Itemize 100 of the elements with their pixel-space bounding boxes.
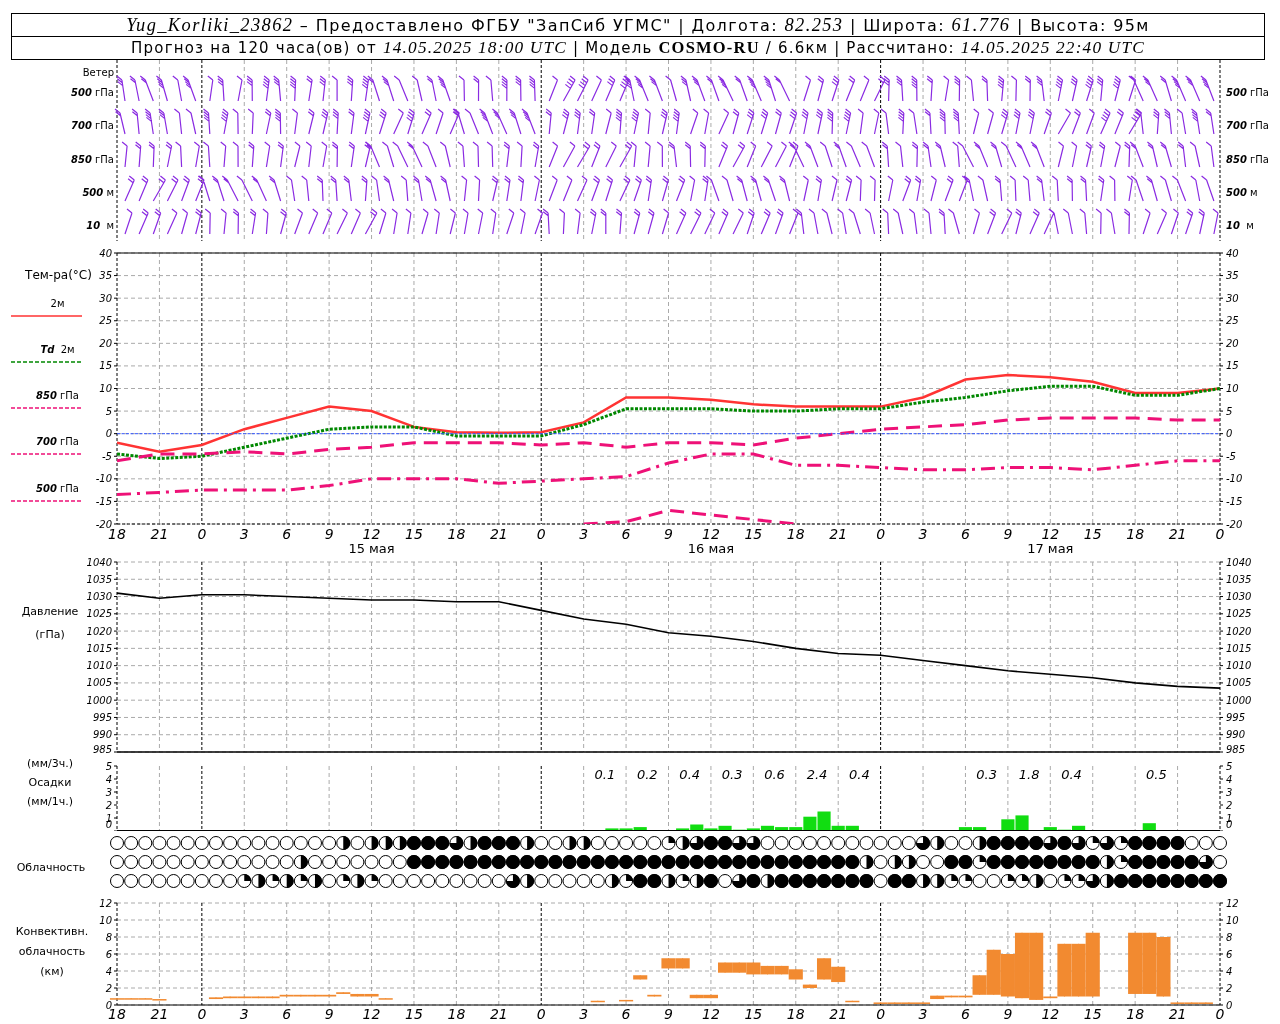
precipitation-total: 1.8 xyxy=(1018,767,1040,782)
axis-tick-label: 1040 xyxy=(86,556,112,568)
axis-tick-label: 3 xyxy=(1226,786,1233,798)
axis-tick-label: 5 xyxy=(105,760,112,772)
axis-tick-label: 1040 xyxy=(1226,556,1252,568)
axis-tick-label: 3 xyxy=(579,1006,589,1022)
axis-tick-label: 6 xyxy=(282,1006,292,1022)
axis-tick-label: 1020 xyxy=(86,625,112,637)
axis-tick-label: 2 xyxy=(1226,799,1233,811)
axis-tick-label: 30 xyxy=(99,292,112,304)
axis-tick-label: 985 xyxy=(1226,744,1246,755)
axis-tick-label: 21 xyxy=(150,526,169,542)
axis-tick-label: 4 xyxy=(1226,965,1233,977)
axis-tick-label: 35 xyxy=(1226,270,1239,282)
axis-tick-label: 3 xyxy=(918,1006,928,1022)
day-label: 17 мая xyxy=(1027,541,1074,556)
axis-tick-label: 20 xyxy=(99,337,112,349)
axis-tick-label: 1035 xyxy=(1226,573,1252,585)
axis-tick-label: 4 xyxy=(105,773,112,785)
wind-level-label: 700 гПа xyxy=(71,120,114,132)
axis-tick-label: 40 xyxy=(99,247,112,259)
wind-level-label: 500 м xyxy=(1226,186,1258,198)
axis-tick-label: 12 xyxy=(702,1006,720,1022)
legend-label: Td 2м xyxy=(40,344,75,355)
axis-tick-label: 6 xyxy=(1226,948,1233,960)
axis-tick-label: 0 xyxy=(876,1006,886,1022)
axis-tick-label: 3 xyxy=(239,526,249,542)
axis-tick-label: 9 xyxy=(324,1006,334,1022)
axis-tick-label: 990 xyxy=(1226,729,1246,741)
axis-tick-label: 985 xyxy=(92,744,112,755)
axis-tick-label: 0 xyxy=(1215,1006,1225,1022)
axis-tick-label: 0 xyxy=(876,526,886,542)
axis-tick-label: 4 xyxy=(105,965,112,977)
precipitation-total: 0.1 xyxy=(594,767,616,782)
axis-tick-label: 6 xyxy=(961,526,970,542)
axis-tick-label: 15 xyxy=(744,526,763,542)
axis-tick-label: 25 xyxy=(99,315,112,327)
axis-tick-label: 3 xyxy=(579,526,589,542)
axis-tick-label: 1005 xyxy=(86,677,112,689)
axis-tick-label: 0 xyxy=(1215,526,1225,542)
wind-level-label: Ветер xyxy=(82,67,114,78)
axis-tick-label: 5 xyxy=(1226,760,1233,772)
axis-tick-label: -5 xyxy=(1226,450,1236,462)
wind-level-label: 500 гПа xyxy=(1226,87,1269,98)
precipitation-total: 0.5 xyxy=(1146,767,1167,782)
axis-tick-label: 9 xyxy=(1003,1006,1013,1022)
axis-tick-label: 15 xyxy=(1083,1006,1102,1022)
legend-label: 500 гПа xyxy=(36,483,79,494)
axis-tick-label: 20 xyxy=(1226,337,1239,349)
axis-tick-label: 6 xyxy=(621,526,631,542)
axis-tick-label: 6 xyxy=(961,1006,970,1022)
axis-tick-label: 4 xyxy=(1226,773,1233,785)
axis-tick-label: 15 xyxy=(99,360,112,372)
axis-tick-label: 3 xyxy=(105,786,112,798)
axis-tick-label: 18 xyxy=(786,1006,805,1022)
legend-label: 700 гПа xyxy=(36,436,79,447)
axis-tick-label: -15 xyxy=(1226,495,1243,507)
axis-tick-label: 990 xyxy=(92,729,112,741)
axis-tick-label: 1030 xyxy=(1226,591,1252,603)
axis-tick-label: 12 xyxy=(99,897,112,909)
axis-tick-label: 1005 xyxy=(1226,677,1252,689)
wind-level-label: 10 м xyxy=(86,220,114,232)
axis-tick-label: 18 xyxy=(1126,1006,1145,1022)
axis-tick-label: 12 xyxy=(702,526,720,542)
axis-tick-label: 8 xyxy=(1226,931,1233,943)
axis-tick-label: 3 xyxy=(918,526,928,542)
axis-tick-label: 0 xyxy=(1226,999,1233,1011)
axis-tick-label: -20 xyxy=(1226,518,1243,530)
axis-tick-label: 9 xyxy=(324,526,334,542)
axis-tick-label: 40 xyxy=(1226,247,1239,259)
axis-tick-label: -10 xyxy=(1226,473,1243,485)
axis-tick-label: 1000 xyxy=(86,694,112,706)
precipitation-total: 0.2 xyxy=(636,767,658,782)
axis-tick-label: 15 xyxy=(405,1006,423,1022)
axis-tick-label: 21 xyxy=(829,1006,848,1022)
axis-tick-label: 21 xyxy=(489,526,508,542)
axis-tick-label: 35 xyxy=(99,270,112,282)
axis-tick-label: 15 xyxy=(1226,360,1239,372)
axis-tick-label: 10 xyxy=(1226,914,1239,926)
axis-tick-label: 6 xyxy=(282,526,292,542)
axis-tick-label: 1015 xyxy=(1226,642,1252,654)
axis-tick-label: 1000 xyxy=(1226,694,1252,706)
axis-tick-label: 1010 xyxy=(1226,660,1252,672)
axis-tick-label: 21 xyxy=(150,1006,169,1022)
axis-tick-label: 0 xyxy=(197,1006,207,1022)
axis-tick-label: 0 xyxy=(536,1006,546,1022)
axis-label: (мм/3ч.) Осадки (мм/1ч.) xyxy=(27,757,73,808)
axis-tick-label: 0 xyxy=(105,428,112,440)
axis-tick-label: 8 xyxy=(105,931,112,943)
axis-tick-label: 15 xyxy=(744,1006,763,1022)
axis-tick-label: 9 xyxy=(664,526,673,542)
axis-tick-label: 21 xyxy=(489,1006,508,1022)
axis-tick-label: 10 xyxy=(99,383,112,394)
axis-tick-label: 1015 xyxy=(86,642,112,654)
axis-tick-label: 1020 xyxy=(1226,625,1252,637)
axis-tick-label: 15 xyxy=(1083,526,1102,542)
axis-tick-label: 18 xyxy=(786,526,805,542)
axis-label: Облачность xyxy=(16,861,86,874)
axis-tick-label: 1035 xyxy=(86,573,112,585)
axis-tick-label: -5 xyxy=(102,450,112,462)
